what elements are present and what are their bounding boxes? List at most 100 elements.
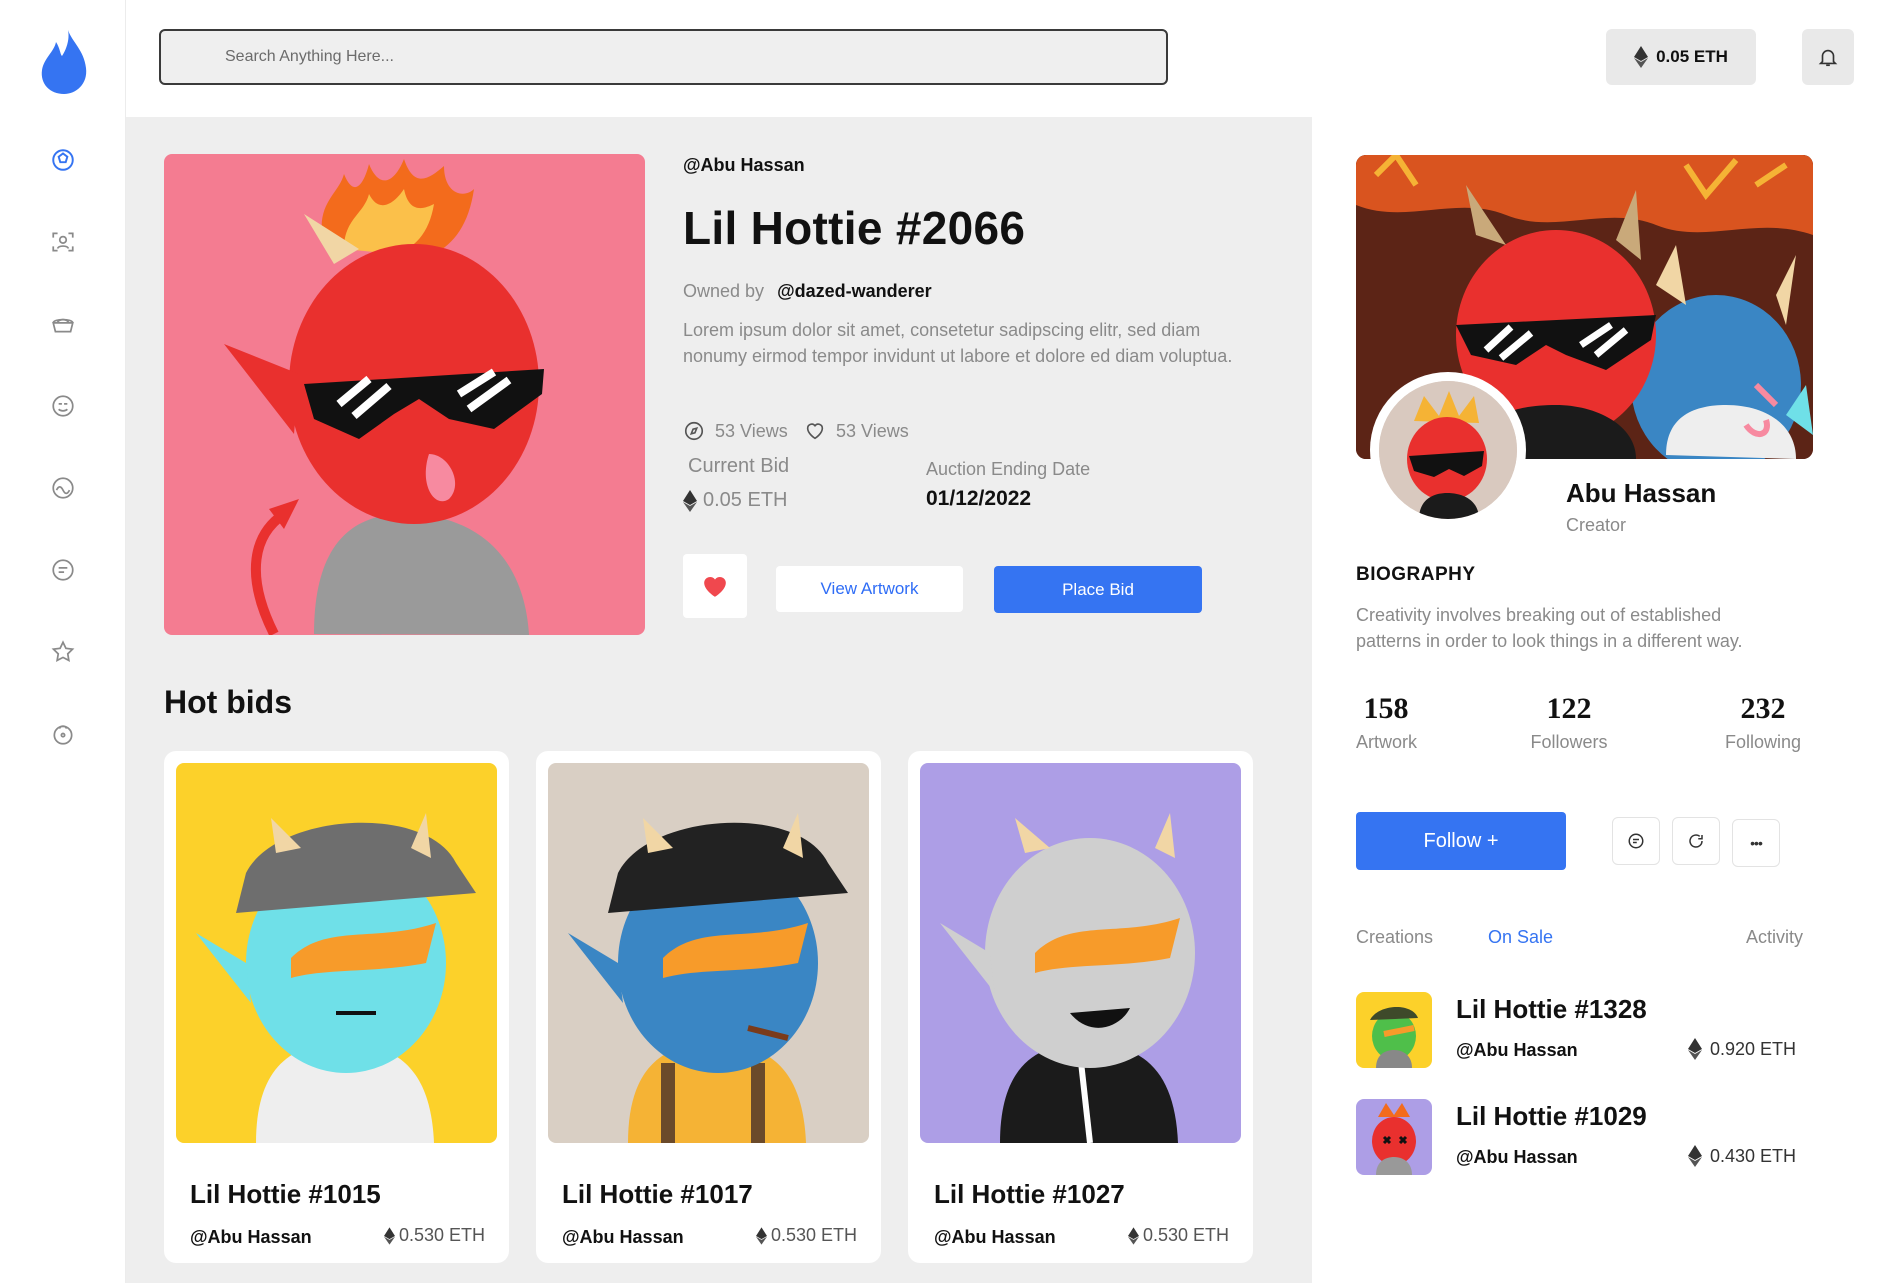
item-creator-handle[interactable]: @Abu Hassan <box>1456 1147 1578 1168</box>
biography-heading: BIOGRAPHY <box>1356 564 1476 585</box>
list-item[interactable]: Lil Hottie #1328 @Abu Hassan 0.920 ETH <box>1356 992 1796 1068</box>
auction-end-date: 01/12/2022 <box>926 487 1032 510</box>
current-bid-label: Current Bid <box>688 455 790 477</box>
star-icon[interactable] <box>49 638 77 666</box>
main-content: @Abu Hassan Lil Hottie #2066 Owned by @d… <box>126 117 1312 1283</box>
wallet-balance-button[interactable]: 0.05 ETH <box>1606 29 1756 85</box>
views-stat: 53 Views <box>683 420 788 442</box>
compass-icon <box>684 421 704 441</box>
current-bid-value: 0.05 ETH <box>683 489 787 512</box>
item-price: 0.430 ETH <box>1687 1145 1796 1167</box>
wallet-balance: 0.05 ETH <box>1656 47 1728 66</box>
hero-artwork-image[interactable] <box>164 154 645 635</box>
current-bid-amount: 0.05 ETH <box>703 489 788 511</box>
auction-end-label: Auction Ending Date <box>926 459 1091 479</box>
profile-name: Abu Hassan <box>1566 478 1717 508</box>
card-artwork-image <box>176 763 497 1143</box>
item-thumbnail <box>1356 992 1432 1068</box>
hero-creator-handle[interactable]: @Abu Hassan <box>683 155 805 176</box>
tab-on-sale[interactable]: On Sale <box>1488 927 1553 948</box>
profile-scan-icon[interactable] <box>49 228 77 256</box>
search-input[interactable] <box>159 29 1168 85</box>
item-price-value: 0.920 ETH <box>1709 1038 1796 1059</box>
card-creator-handle[interactable]: @Abu Hassan <box>190 1227 312 1248</box>
card-price: 0.530 ETH <box>1127 1225 1229 1246</box>
chat-icon[interactable] <box>49 556 77 584</box>
refresh-icon <box>1689 834 1703 848</box>
followers-stat[interactable]: 122 Followers <box>1524 692 1614 753</box>
basket-icon[interactable] <box>49 310 77 338</box>
view-artwork-button[interactable]: View Artwork <box>776 566 963 612</box>
eth-icon <box>1634 46 1649 68</box>
message-button[interactable] <box>1612 817 1660 865</box>
views-count: 53 Views <box>715 420 788 441</box>
card-price-value: 0.530 ETH <box>770 1225 857 1245</box>
eth-icon <box>755 1226 767 1245</box>
eth-icon <box>683 489 697 512</box>
card-artwork-image <box>548 763 869 1143</box>
activity-icon[interactable] <box>49 474 77 502</box>
owned-by-line: Owned by @dazed-wanderer <box>683 281 932 302</box>
tab-activity[interactable]: Activity <box>1746 927 1803 948</box>
eth-icon <box>1127 1226 1139 1245</box>
hero-description: Lorem ipsum dolor sit amet, consetetur s… <box>683 320 1233 366</box>
hero-title: Lil Hottie #2066 <box>683 202 1026 254</box>
item-title: Lil Hottie #1328 <box>1456 994 1647 1024</box>
heart-icon <box>704 576 726 597</box>
card-creator-handle[interactable]: @Abu Hassan <box>562 1227 684 1248</box>
follow-button[interactable]: Follow + <box>1356 812 1566 870</box>
flame-logo-icon[interactable] <box>38 28 90 94</box>
eth-icon <box>1687 1038 1702 1060</box>
notification-bell-icon[interactable] <box>1802 29 1854 85</box>
emoji-icon[interactable] <box>49 392 77 420</box>
eth-icon <box>1687 1145 1702 1167</box>
more-options-button[interactable]: ••• <box>1732 819 1780 867</box>
followers-count: 122 <box>1546 692 1592 725</box>
artwork-count: 158 <box>1363 692 1409 725</box>
card-artwork-image <box>920 763 1241 1143</box>
like-button[interactable] <box>683 554 747 618</box>
owned-by-label: Owned by <box>683 281 765 301</box>
card-price: 0.530 ETH <box>755 1225 857 1246</box>
hot-bid-card[interactable]: Lil Hottie #1027 @Abu Hassan 0.530 ETH <box>908 751 1253 1263</box>
hot-bids-title: Hot bids <box>164 684 292 720</box>
item-thumbnail <box>1356 1099 1432 1175</box>
hot-bid-card[interactable]: Lil Hottie #1017 @Abu Hassan 0.530 ETH <box>536 751 881 1263</box>
card-title: Lil Hottie #1017 <box>562 1179 753 1209</box>
wallet-icon[interactable] <box>49 720 77 748</box>
hot-bid-card[interactable]: Lil Hottie #1015 @Abu Hassan 0.530 ETH <box>164 751 509 1263</box>
place-bid-button[interactable]: Place Bid <box>994 566 1202 613</box>
list-item[interactable]: Lil Hottie #1029 @Abu Hassan 0.430 ETH <box>1356 1099 1796 1175</box>
following-label: Following <box>1724 732 1802 752</box>
biography-text: Creativity involves breaking out of esta… <box>1356 605 1743 651</box>
likes-stat: 53 Views <box>804 420 909 442</box>
item-price-value: 0.430 ETH <box>1709 1145 1796 1166</box>
profile-avatar[interactable] <box>1370 372 1526 528</box>
item-creator-handle[interactable]: @Abu Hassan <box>1456 1040 1578 1061</box>
card-price: 0.530 ETH <box>383 1225 485 1246</box>
artwork-stat[interactable]: 158 Artwork <box>1356 692 1418 753</box>
sidebar <box>0 0 126 1283</box>
profile-panel: Abu Hassan Creator BIOGRAPHY Creativity … <box>1312 117 1896 1283</box>
followers-label: Followers <box>1530 732 1608 752</box>
card-creator-handle[interactable]: @Abu Hassan <box>934 1227 1056 1248</box>
owner-handle[interactable]: @dazed-wanderer <box>777 281 932 301</box>
item-price: 0.920 ETH <box>1687 1038 1796 1060</box>
card-price-value: 0.530 ETH <box>1142 1225 1229 1245</box>
heart-outline-icon <box>806 423 824 440</box>
artwork-label: Artwork <box>1356 732 1418 752</box>
card-title: Lil Hottie #1015 <box>190 1179 381 1209</box>
following-stat[interactable]: 232 Following <box>1718 692 1808 753</box>
eth-icon <box>383 1226 395 1245</box>
home-icon[interactable] <box>49 146 77 174</box>
tab-creations[interactable]: Creations <box>1356 927 1433 948</box>
likes-count: 53 Views <box>836 420 909 441</box>
chat-icon <box>1628 833 1644 849</box>
item-title: Lil Hottie #1029 <box>1456 1101 1647 1131</box>
top-bar: 0.05 ETH <box>126 0 1896 117</box>
following-count: 232 <box>1740 692 1786 725</box>
profile-role: Creator <box>1566 515 1627 535</box>
share-button[interactable] <box>1672 817 1720 865</box>
card-title: Lil Hottie #1027 <box>934 1179 1125 1209</box>
more-dots-icon: ••• <box>1750 835 1763 851</box>
